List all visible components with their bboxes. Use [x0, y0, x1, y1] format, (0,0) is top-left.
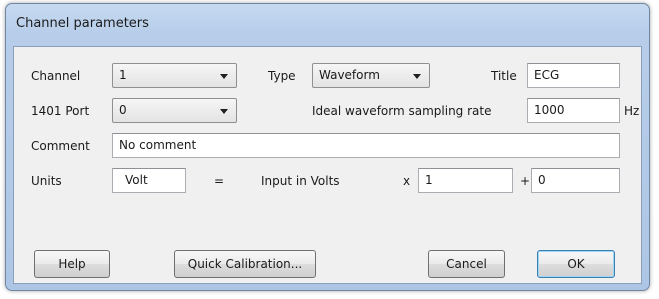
title-label: Title: [491, 69, 517, 83]
type-label: Type: [268, 69, 296, 83]
dialog-title: Channel parameters: [16, 16, 149, 31]
help-button[interactable]: Help: [34, 250, 110, 278]
units-label: Units: [31, 174, 62, 188]
title-input[interactable]: ECG: [527, 63, 620, 88]
ok-button[interactable]: OK: [537, 250, 615, 278]
quick-calibration-button[interactable]: Quick Calibration...: [174, 250, 316, 278]
comment-label: Comment: [31, 139, 90, 153]
multiply-sign: x: [403, 174, 411, 188]
channel-label: Channel: [31, 69, 81, 83]
sampling-rate-label: Ideal waveform sampling rate: [312, 104, 492, 118]
comment-input[interactable]: No comment: [112, 133, 620, 158]
chevron-down-icon[interactable]: [220, 109, 228, 114]
chevron-down-icon[interactable]: [413, 74, 421, 79]
plus-sign: +: [520, 174, 531, 188]
dialog-window: Channel parameters Channel 1 Type Wavefo…: [5, 3, 650, 291]
units-input[interactable]: Volt: [112, 168, 186, 193]
dialog-client-area: Channel 1 Type Waveform Title ECG 1401 P…: [13, 46, 642, 284]
cancel-button[interactable]: Cancel: [428, 250, 505, 278]
port-select[interactable]: 0: [112, 98, 237, 123]
sampling-rate-input[interactable]: 1000: [527, 98, 620, 123]
port-label: 1401 Port: [31, 104, 90, 118]
sampling-rate-unit: Hz: [624, 104, 640, 118]
scale-input[interactable]: 1: [418, 168, 513, 193]
type-select-value: Waveform: [319, 68, 380, 82]
port-select-value: 0: [119, 103, 127, 117]
equals-sign: =: [214, 174, 225, 188]
channel-select-value: 1: [119, 68, 127, 82]
type-select[interactable]: Waveform: [312, 63, 430, 88]
offset-input[interactable]: 0: [531, 168, 620, 193]
chevron-down-icon[interactable]: [220, 74, 228, 79]
channel-select[interactable]: 1: [112, 63, 237, 88]
input-in-volts-label: Input in Volts: [261, 174, 340, 188]
